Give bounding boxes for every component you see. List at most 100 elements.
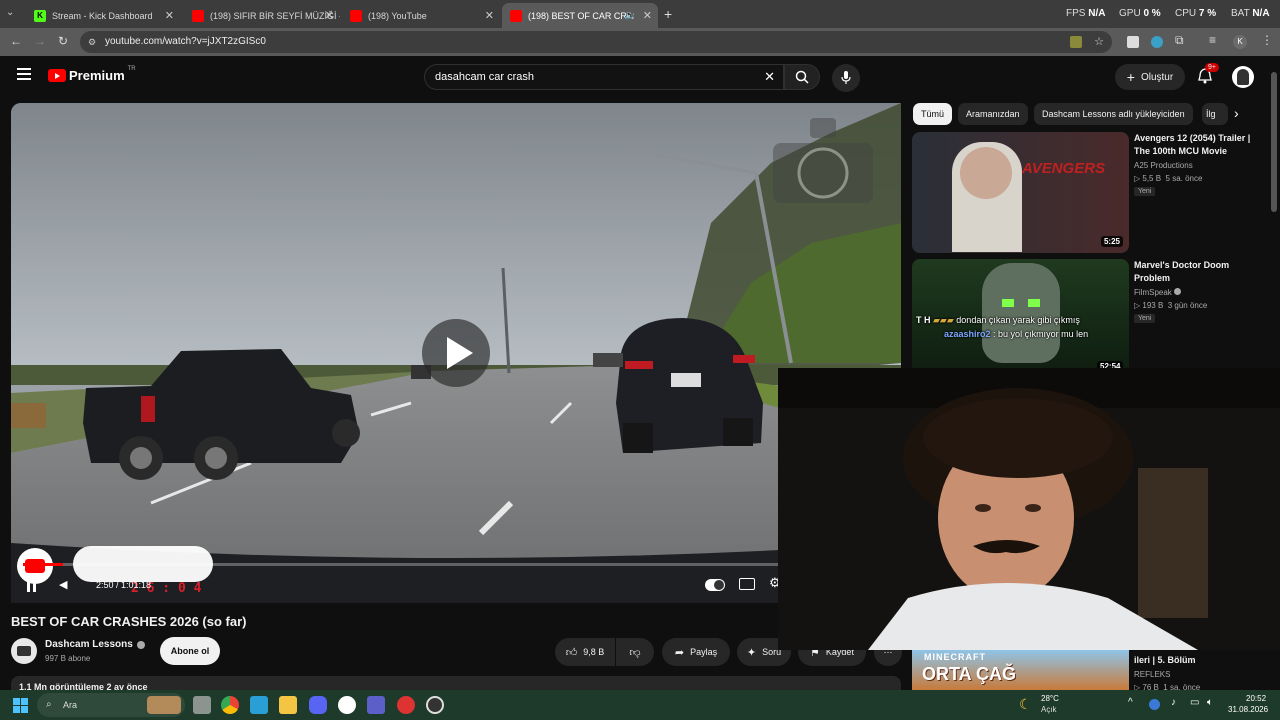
close-tab-icon[interactable]: ✕: [165, 9, 174, 22]
pause-button[interactable]: [27, 580, 36, 592]
close-tab-icon[interactable]: ✕: [325, 9, 334, 22]
reload-icon[interactable]: ↻: [58, 34, 68, 48]
speaker-icon[interactable]: 🔈: [625, 10, 636, 21]
channel-watermark: [768, 113, 878, 208]
file-explorer-icon[interactable]: [279, 696, 297, 714]
install-app-icon[interactable]: [1070, 36, 1082, 48]
recommendation-title[interactable]: Avengers 12 (2054) Trailer | The 100th M…: [1134, 132, 1264, 158]
menu-kebab-icon[interactable]: ⋮: [1261, 33, 1273, 47]
search-input[interactable]: dasahcam car crash ✕: [424, 64, 784, 90]
tray-chevron-icon[interactable]: ^: [1128, 697, 1133, 708]
like-button[interactable]: 👍︎ 9,8 B: [555, 638, 615, 666]
page-scrollbar[interactable]: [1271, 72, 1277, 212]
bat-stat: BAT N/A: [1231, 8, 1270, 19]
voice-search-button[interactable]: [832, 64, 860, 92]
thumbnail-title-text: AVENGERS: [1022, 160, 1106, 177]
youtube-header: Premium TR dasahcam car crash ✕ + Oluştu…: [0, 56, 1280, 100]
search-button[interactable]: [784, 64, 820, 90]
obs-icon[interactable]: [426, 696, 444, 714]
hamburger-menu-icon[interactable]: [17, 68, 31, 80]
chip-all[interactable]: Tümü: [913, 103, 953, 125]
channel-avatar[interactable]: [11, 638, 37, 664]
profile-avatar[interactable]: K: [1233, 35, 1247, 49]
chips-next-icon[interactable]: ›: [1234, 105, 1239, 121]
sparkle-icon: ✦: [746, 646, 757, 659]
tab-kick-dashboard[interactable]: K Stream - Kick Dashboard ✕: [26, 3, 180, 28]
youtube-icon: [192, 9, 204, 22]
site-info-icon[interactable]: ⚙: [88, 31, 96, 53]
tab-search-icon[interactable]: ≡: [1209, 33, 1216, 47]
discord-icon[interactable]: [309, 696, 327, 714]
video-player[interactable]: 2 6 : 0 4 ◀ 2:50 / 1:01:18 ⚙: [11, 103, 901, 603]
app-icon[interactable]: [250, 696, 268, 714]
thumbnail-subtitle-text: ORTA ÇAĞ: [922, 664, 1016, 684]
create-button[interactable]: + Oluştur: [1115, 64, 1185, 90]
puzzle-icon[interactable]: ⧉: [1175, 33, 1184, 48]
play-button[interactable]: [422, 319, 490, 387]
address-bar[interactable]: ⚙ youtube.com/watch?v=jJXT2zGISc0 ☆: [80, 31, 1112, 53]
notifications-button[interactable]: 9+: [1198, 63, 1219, 89]
thumbnail-title-text: MINECRAFT: [924, 652, 986, 662]
extension-icon[interactable]: [1127, 36, 1139, 48]
fps-stat: FPS N/A: [1066, 8, 1106, 19]
bookmark-star-icon[interactable]: ☆: [1094, 31, 1104, 53]
windows-start-icon[interactable]: [13, 698, 28, 713]
recommendation-channel[interactable]: REFLEKS: [1134, 670, 1170, 679]
close-tab-icon[interactable]: ✕: [485, 9, 494, 22]
dislike-button[interactable]: 👎︎: [616, 638, 654, 666]
tab-title: Stream - Kick Dashboard: [52, 10, 153, 21]
back-icon[interactable]: ←: [10, 34, 22, 48]
volume-icon[interactable]: 🔈︎: [1207, 697, 1213, 708]
stream-chat-overlay: T H ▰▰▰ dondan çıkan yarak gibi çıkmış a…: [916, 315, 1146, 339]
account-avatar[interactable]: [1232, 66, 1254, 88]
tab-list-button[interactable]: ⌄: [6, 7, 20, 21]
share-arrow-icon: ➦: [674, 646, 685, 659]
clear-search-icon[interactable]: ✕: [764, 65, 775, 89]
cpu-stat: CPU 7 %: [1175, 8, 1217, 19]
microphone-icon[interactable]: ♪: [1171, 697, 1176, 708]
app-icon[interactable]: [397, 696, 415, 714]
task-view-icon[interactable]: [193, 696, 211, 714]
share-button[interactable]: ➦ Paylaş: [662, 638, 730, 666]
video-title: BEST OF CAR CRASHES 2026 (so far): [11, 614, 247, 629]
webcam-overlay: [778, 368, 1280, 650]
recommendation-title[interactable]: ileri | 5. Bölüm: [1134, 654, 1264, 667]
weather-icon[interactable]: ☾: [1019, 696, 1032, 713]
tab-seyfi-muzigi[interactable]: (198) SIFIR BİR SEYFİ MÜZİĞİ - ✕: [184, 3, 340, 28]
clock-time[interactable]: 20:52: [1246, 694, 1266, 703]
taskbar-search[interactable]: ⌕ Ara: [37, 693, 185, 717]
recommendation-thumbnail[interactable]: MINECRAFT ORTA ÇAĞ: [912, 650, 1129, 690]
recommendation-title[interactable]: Marvel's Doctor Doom Problem: [1134, 259, 1264, 285]
close-tab-icon[interactable]: ✕: [643, 9, 652, 22]
progress-track[interactable]: [23, 563, 889, 566]
weather-desc: Açık: [1041, 705, 1057, 714]
xbox-icon[interactable]: [338, 696, 356, 714]
chrome-icon[interactable]: [221, 696, 239, 714]
subtitles-icon[interactable]: [739, 578, 755, 590]
teams-icon[interactable]: [367, 696, 385, 714]
clock-date[interactable]: 31.08.2026: [1228, 705, 1268, 714]
youtube-premium-logo[interactable]: Premium TR: [48, 66, 136, 83]
chip-from-search[interactable]: Aramanızdan: [958, 103, 1028, 125]
chat-emotes: ▰▰▰: [933, 315, 954, 325]
forward-icon[interactable]: →: [34, 34, 46, 48]
recommendation-thumbnail[interactable]: AVENGERS 5:25: [912, 132, 1129, 253]
tab-youtube[interactable]: (198) YouTube ✕: [342, 3, 500, 28]
network-icon[interactable]: ▭: [1190, 697, 1199, 708]
volume-button[interactable]: ◀: [59, 578, 67, 591]
autoplay-toggle[interactable]: [705, 579, 725, 591]
subscriber-count: 997 B abone: [45, 654, 91, 663]
tab-car-crashes[interactable]: (198) BEST OF CAR CRASHI 🔈 ✕: [502, 3, 658, 28]
chip-related[interactable]: İlg: [1202, 103, 1228, 125]
chip-from-uploader[interactable]: Dashcam Lessons adlı yükleyiciden: [1034, 103, 1193, 125]
subscribe-button[interactable]: Abone ol: [160, 637, 220, 665]
recommendation-thumbnail[interactable]: [912, 259, 1129, 369]
extension-icon[interactable]: [1151, 36, 1163, 48]
channel-logo-overlay[interactable]: [17, 548, 53, 584]
recommendation-channel[interactable]: FilmSpeak: [1134, 288, 1182, 297]
new-tab-button[interactable]: +: [664, 6, 672, 22]
channel-name[interactable]: Dashcam Lessons: [45, 639, 145, 650]
tray-app-icon[interactable]: [1149, 699, 1160, 710]
recommendation-channel[interactable]: A25 Productions: [1134, 161, 1193, 170]
windows-taskbar: ⌕ Ara ☾ 28°C Açık ^ ♪ ▭ 🔈︎ 20:52 31.08.2…: [0, 690, 1280, 720]
